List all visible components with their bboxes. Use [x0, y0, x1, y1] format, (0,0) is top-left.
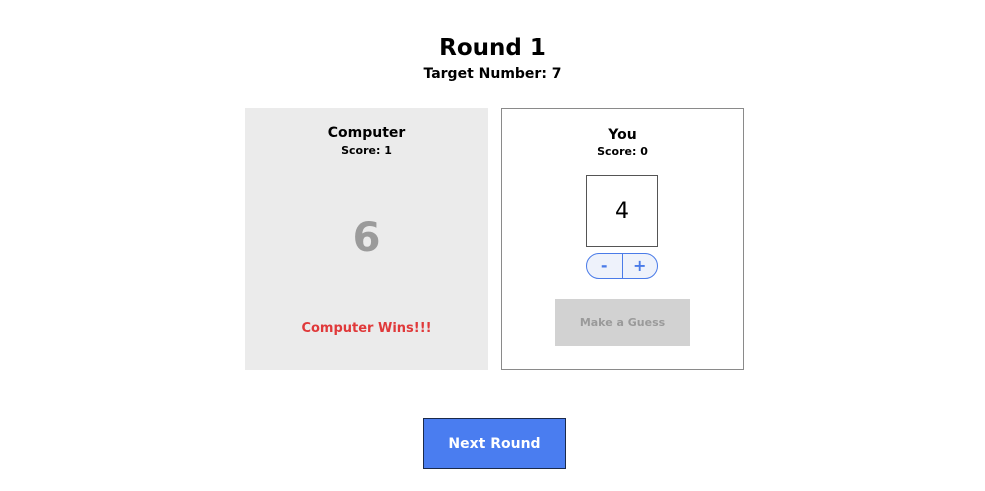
round-result: Computer Wins!!!	[301, 321, 432, 336]
player-name: You	[608, 127, 637, 143]
computer-name: Computer	[327, 125, 406, 141]
make-guess-button[interactable]: Make a Guess	[555, 299, 690, 346]
next-round-button[interactable]: Next Round	[423, 418, 566, 469]
computer-score: Score: 1	[341, 144, 392, 157]
guess-stepper: - +	[586, 253, 658, 279]
computer-guess: 6	[352, 215, 381, 261]
game-screen: Round 1 Target Number: 7 Computer Score:…	[0, 0, 985, 491]
player-panel: You Score: 0 4 - + Make a Guess	[501, 108, 744, 370]
target-number: Target Number: 7	[423, 66, 562, 82]
increment-button[interactable]: +	[621, 254, 658, 278]
round-title: Round 1	[439, 35, 546, 61]
computer-panel: Computer Score: 1 6 Computer Wins!!!	[245, 108, 488, 370]
player-score: Score: 0	[597, 145, 648, 158]
decrement-button[interactable]: -	[587, 254, 622, 278]
player-guess-display: 4	[586, 175, 658, 247]
